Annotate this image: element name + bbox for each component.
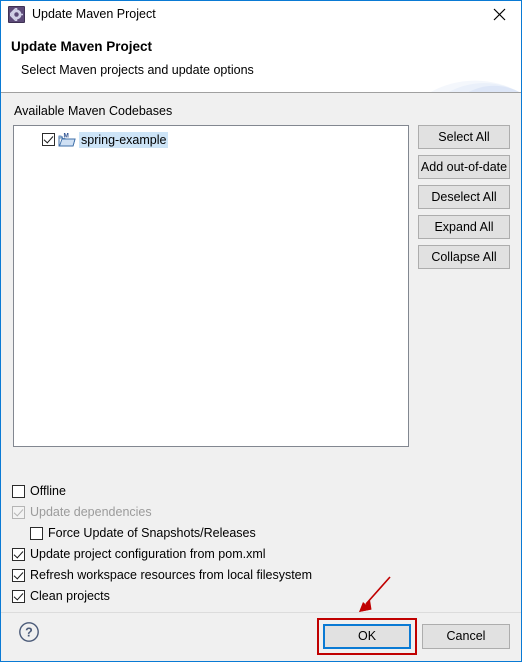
offline-checkbox-row[interactable]: Offline [12,483,66,499]
offline-checkbox[interactable] [12,484,25,498]
update-maven-project-dialog: Update Maven Project Update Maven Projec… [0,0,522,662]
header-title: Update Maven Project [11,39,153,54]
cancel-button[interactable]: Cancel [422,624,510,649]
maven-codebases-tree[interactable]: M spring-example [13,125,409,447]
update-dependencies-label: Update dependencies [30,505,152,519]
select-all-button[interactable]: Select All [418,125,510,149]
update-project-configuration-label: Update project configuration from pom.xm… [30,547,266,561]
refresh-workspace-checkbox[interactable] [12,568,25,582]
offline-label: Offline [30,484,66,498]
clean-projects-label: Clean projects [30,589,110,603]
force-update-checkbox[interactable] [30,526,43,540]
window-title: Update Maven Project [32,7,156,21]
update-project-configuration-checkbox-row[interactable]: Update project configuration from pom.xm… [12,546,266,562]
footer-separator [1,612,521,613]
refresh-workspace-checkbox-row[interactable]: Refresh workspace resources from local f… [12,567,312,583]
close-icon[interactable] [477,1,521,27]
header-decoration-arcs [429,80,521,93]
tree-item-checkbox[interactable] [42,133,55,146]
update-dependencies-checkbox [12,505,25,519]
header-subtitle: Select Maven projects and update options [21,63,254,77]
maven-gear-icon [8,6,25,23]
collapse-all-button[interactable]: Collapse All [418,245,510,269]
maven-project-folder-icon: M [58,131,76,148]
clean-projects-checkbox-row[interactable]: Clean projects [12,588,110,604]
expand-all-button[interactable]: Expand All [418,215,510,239]
svg-text:?: ? [25,626,33,640]
deselect-all-button[interactable]: Deselect All [418,185,510,209]
add-out-of-date-button[interactable]: Add out-of-date [418,155,510,179]
update-dependencies-checkbox-row: Update dependencies [12,504,152,520]
tree-label: Available Maven Codebases [14,104,173,118]
dialog-header: Update Maven Project Select Maven projec… [1,28,521,93]
dialog-body: Available Maven Codebases M spring-examp… [1,93,521,661]
svg-text:M: M [64,132,69,139]
update-project-configuration-checkbox[interactable] [12,547,25,561]
help-question-icon[interactable]: ? [18,621,40,643]
ok-button[interactable]: OK [323,624,411,649]
force-update-label: Force Update of Snapshots/Releases [48,526,256,540]
force-update-checkbox-row[interactable]: Force Update of Snapshots/Releases [30,525,256,541]
tree-item-spring-example[interactable]: M spring-example [14,130,169,149]
clean-projects-checkbox[interactable] [12,589,25,603]
refresh-workspace-label: Refresh workspace resources from local f… [30,568,313,582]
tree-item-label: spring-example [79,131,169,148]
title-bar: Update Maven Project [1,1,521,29]
